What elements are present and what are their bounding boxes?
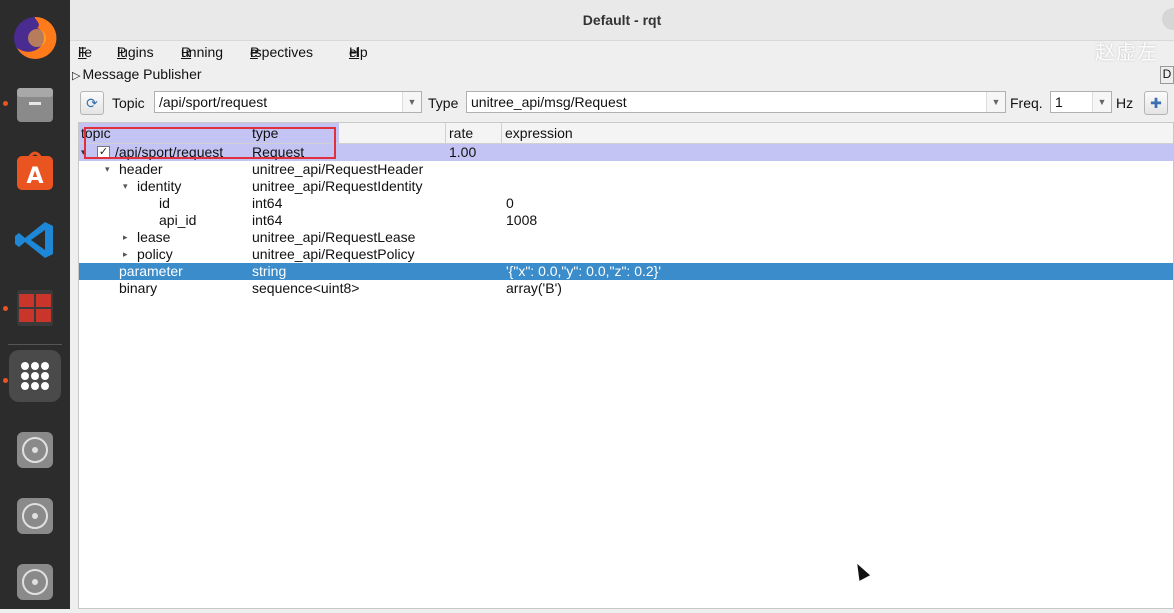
add-publisher-icon[interactable]: ✚ [1144,91,1168,115]
table-row[interactable]: ▸ lease unitree_api/RequestLease [79,229,1173,246]
title-bar[interactable]: Default - rqt [70,0,1174,41]
dock-tag[interactable]: D [1160,66,1174,84]
type-cell: unitree_api/RequestIdentity [252,178,423,194]
highlight-box [84,127,336,159]
expression-cell[interactable]: 1008 [506,212,537,229]
topic-value: /api/sport/request [159,94,268,110]
type-cell: unitree_api/RequestLease [252,229,416,245]
window-title: Default - rqt [582,12,662,28]
topic-cell: lease [137,229,171,245]
refresh-icon[interactable]: ⟳ [80,91,104,115]
disc-icon[interactable] [9,424,61,476]
topic-combo[interactable]: /api/sport/request ▼ [154,91,422,113]
topic-cell: parameter [119,263,183,279]
publisher-tree: topic type rate expression ▾ ✓/api/sport/… [78,122,1174,609]
topic-cell: api_id [159,212,197,228]
type-cell: int64 [252,195,283,211]
table-row[interactable]: ▸ policy unitree_api/RequestPolicy [79,246,1173,263]
type-combo[interactable]: unitree_api/msg/Request ▼ [466,91,1006,113]
plugin-title: Message Publisher [82,66,202,82]
table-row[interactable]: id int64 0 [79,195,1173,212]
type-cell: sequence<uint8> [252,280,360,296]
show-apps-icon[interactable] [9,350,61,402]
collapsed-arrow-icon[interactable]: ▸ [123,229,128,246]
freq-combo[interactable]: 1 ▼ [1050,91,1112,113]
topic-cell: id [159,195,170,211]
files-icon[interactable] [9,78,61,130]
terminal-icon[interactable] [9,282,61,334]
topic-label: Topic [112,95,145,111]
table-row[interactable]: parameter string '{"x": 0.0,"y": 0.0,"z": … [79,263,1173,280]
table-row[interactable]: api_id int64 1008 [79,212,1173,229]
topic-cell: header [119,161,163,177]
topic-cell: binary [119,280,158,296]
table-row[interactable]: ▾ header unitree_api/RequestHeader [79,161,1173,178]
expression-cell[interactable]: array('B') [506,280,562,297]
chevron-down-icon[interactable]: ▼ [986,92,1005,112]
rate-cell: 1.00 [449,144,477,160]
expanded-arrow-icon[interactable]: ▾ [123,178,128,195]
type-label: Type [428,95,459,111]
watermark: 赵虚左 [1095,42,1158,64]
plugin-header[interactable]: ▷ Message Publisher [72,66,202,82]
hz-label: Hz [1116,95,1134,111]
vscode-icon[interactable] [9,214,61,266]
type-cell: string [252,263,287,279]
disc-icon[interactable] [9,490,61,542]
type-cell: int64 [252,212,283,228]
chevron-down-icon[interactable]: ▼ [1092,92,1111,112]
expression-cell[interactable]: '{"x": 0.0,"y": 0.0,"z": 0.2}' [506,263,661,280]
topic-cell: identity [137,178,182,194]
ubuntu-dock: A [0,0,70,609]
expanded-arrow-icon[interactable]: ▾ [105,161,110,178]
column-expression[interactable]: expression [505,125,573,141]
type-value: unitree_api/msg/Request [471,94,627,110]
publisher-toolbar: ⟳ Topic /api/sport/request ▼ Type unitre… [70,90,1174,118]
rqt-window: Default - rqt 赵虚左 File Plugins Running P… [70,0,1174,609]
expression-cell[interactable]: 0 [506,195,514,212]
collapsed-arrow-icon[interactable]: ▸ [123,246,128,263]
disc-icon[interactable] [9,556,61,608]
freq-label: Freq. [1010,95,1043,111]
app-center-icon[interactable]: A [9,146,61,198]
type-cell: unitree_api/RequestHeader [252,161,424,177]
table-row[interactable]: ▾ identity unitree_api/RequestIdentity [79,178,1173,195]
chevron-down-icon[interactable]: ▼ [402,92,421,112]
expand-triangle-icon: ▷ [72,70,81,82]
topic-cell: policy [137,246,173,262]
svg-text:A: A [26,164,43,189]
firefox-icon[interactable] [9,12,61,64]
type-cell: unitree_api/RequestPolicy [252,246,415,262]
column-rate[interactable]: rate [449,125,473,141]
table-row[interactable]: binary sequence<uint8> array('B') [79,280,1173,297]
freq-value: 1 [1055,94,1063,110]
